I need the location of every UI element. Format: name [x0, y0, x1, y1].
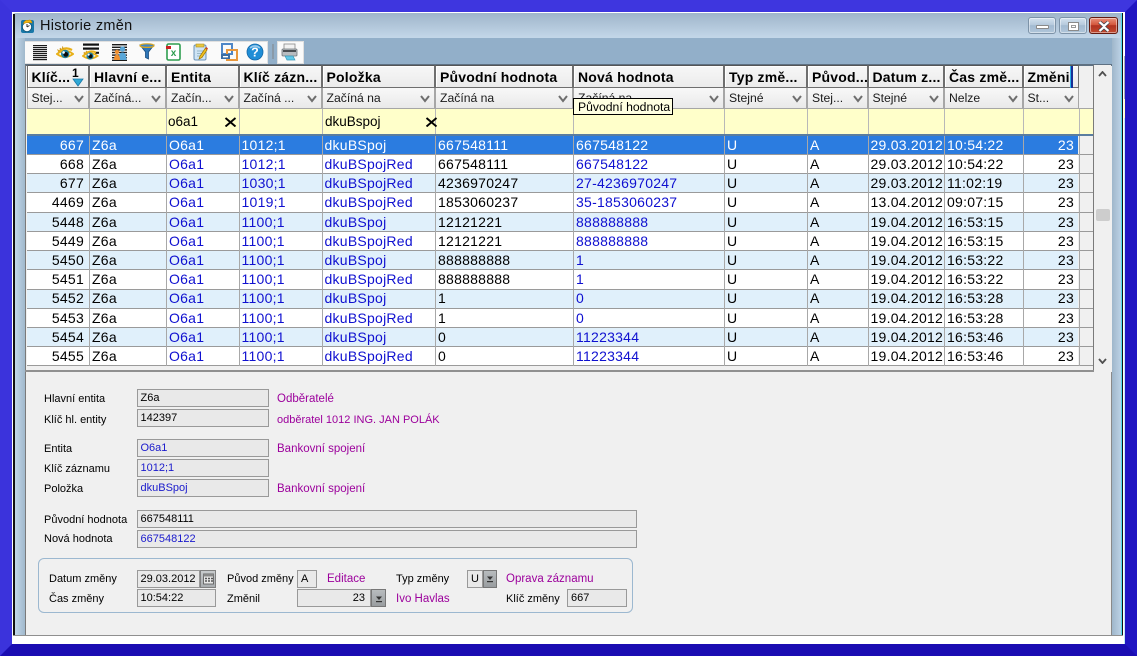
svg-text:x: x — [170, 48, 176, 59]
svg-text:?: ? — [251, 45, 259, 59]
